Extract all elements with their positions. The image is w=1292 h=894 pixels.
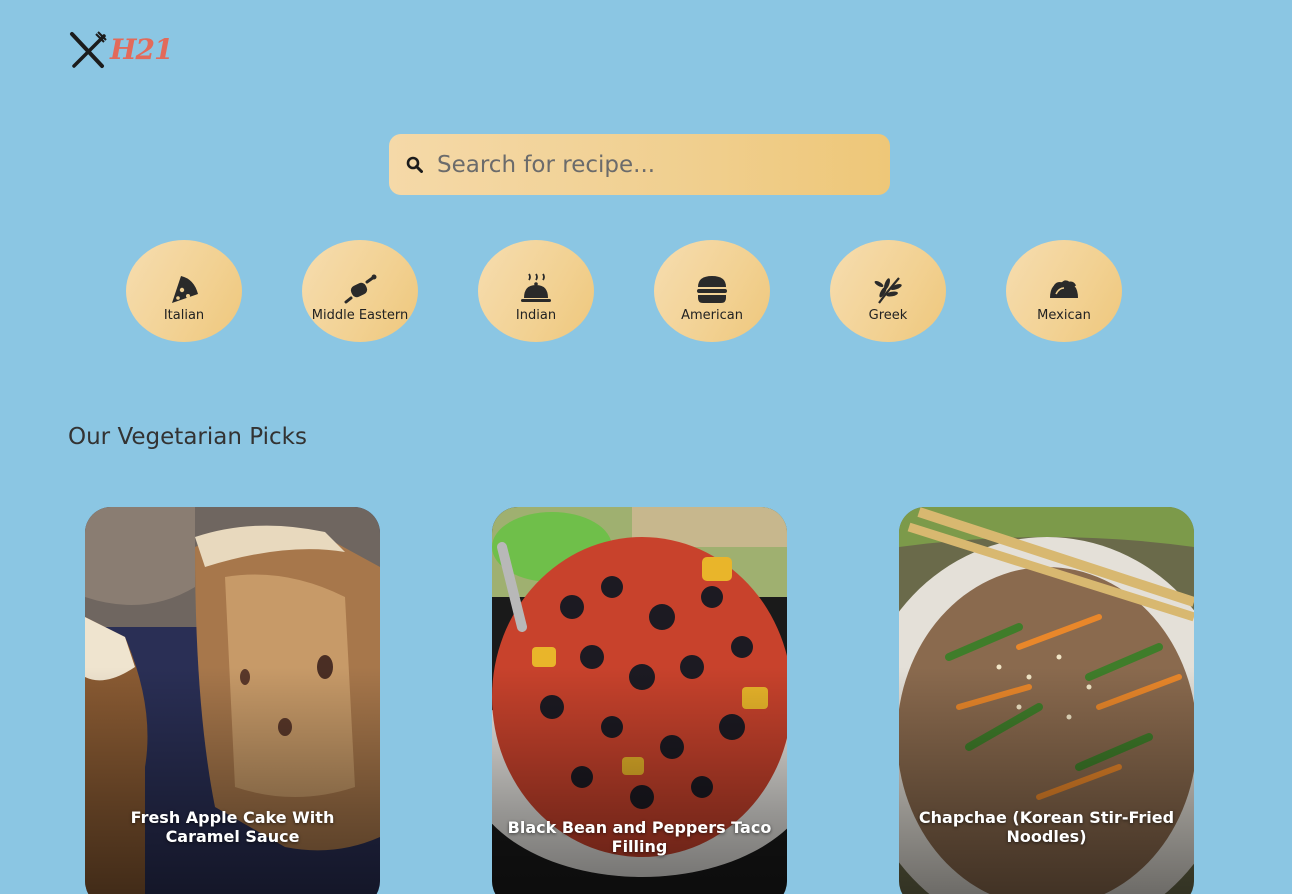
taco-icon	[1047, 272, 1081, 306]
search-icon	[405, 156, 423, 174]
recipe-title: Fresh Apple Cake With Caramel Sauce	[130, 808, 335, 846]
category-label: Greek	[868, 307, 908, 323]
search-input[interactable]	[437, 151, 857, 178]
category-american[interactable]: American	[654, 240, 770, 342]
kebab-icon	[343, 272, 377, 306]
logo-text: H21	[110, 33, 173, 66]
category-mexican[interactable]: Mexican	[1006, 240, 1122, 342]
olive-branch-icon	[871, 272, 905, 306]
pizza-icon	[167, 272, 201, 306]
section-title: Our Vegetarian Picks	[68, 424, 307, 450]
category-label: Indian	[515, 307, 557, 323]
recipe-title: Chapchae (Korean Stir-Fried Noodles)	[918, 808, 1175, 846]
brand-logo[interactable]: H21	[68, 30, 173, 70]
category-list: Italian Middle Eastern Indian American G…	[126, 240, 1126, 344]
category-label: Mexican	[1037, 307, 1091, 323]
cloche-icon	[519, 272, 553, 306]
card-overlay	[492, 667, 787, 894]
category-label: Italian	[163, 307, 205, 323]
search-bar	[389, 134, 890, 195]
fork-knife-icon	[68, 30, 108, 70]
card-overlay	[899, 667, 1194, 894]
category-indian[interactable]: Indian	[478, 240, 594, 342]
burger-icon	[695, 272, 729, 306]
category-italian[interactable]: Italian	[126, 240, 242, 342]
recipe-card[interactable]: Fresh Apple Cake With Caramel Sauce	[85, 507, 380, 894]
recipe-title: Black Bean and Peppers Taco Filling	[507, 818, 772, 856]
category-label: American	[681, 307, 743, 323]
page: H21 Italian	[0, 0, 1292, 894]
category-middle-eastern[interactable]: Middle Eastern	[302, 240, 418, 342]
category-label: Middle Eastern	[311, 307, 409, 323]
category-greek[interactable]: Greek	[830, 240, 946, 342]
card-overlay	[85, 667, 380, 894]
recipe-card[interactable]: Black Bean and Peppers Taco Filling	[492, 507, 787, 894]
recipe-card[interactable]: Chapchae (Korean Stir-Fried Noodles)	[899, 507, 1194, 894]
